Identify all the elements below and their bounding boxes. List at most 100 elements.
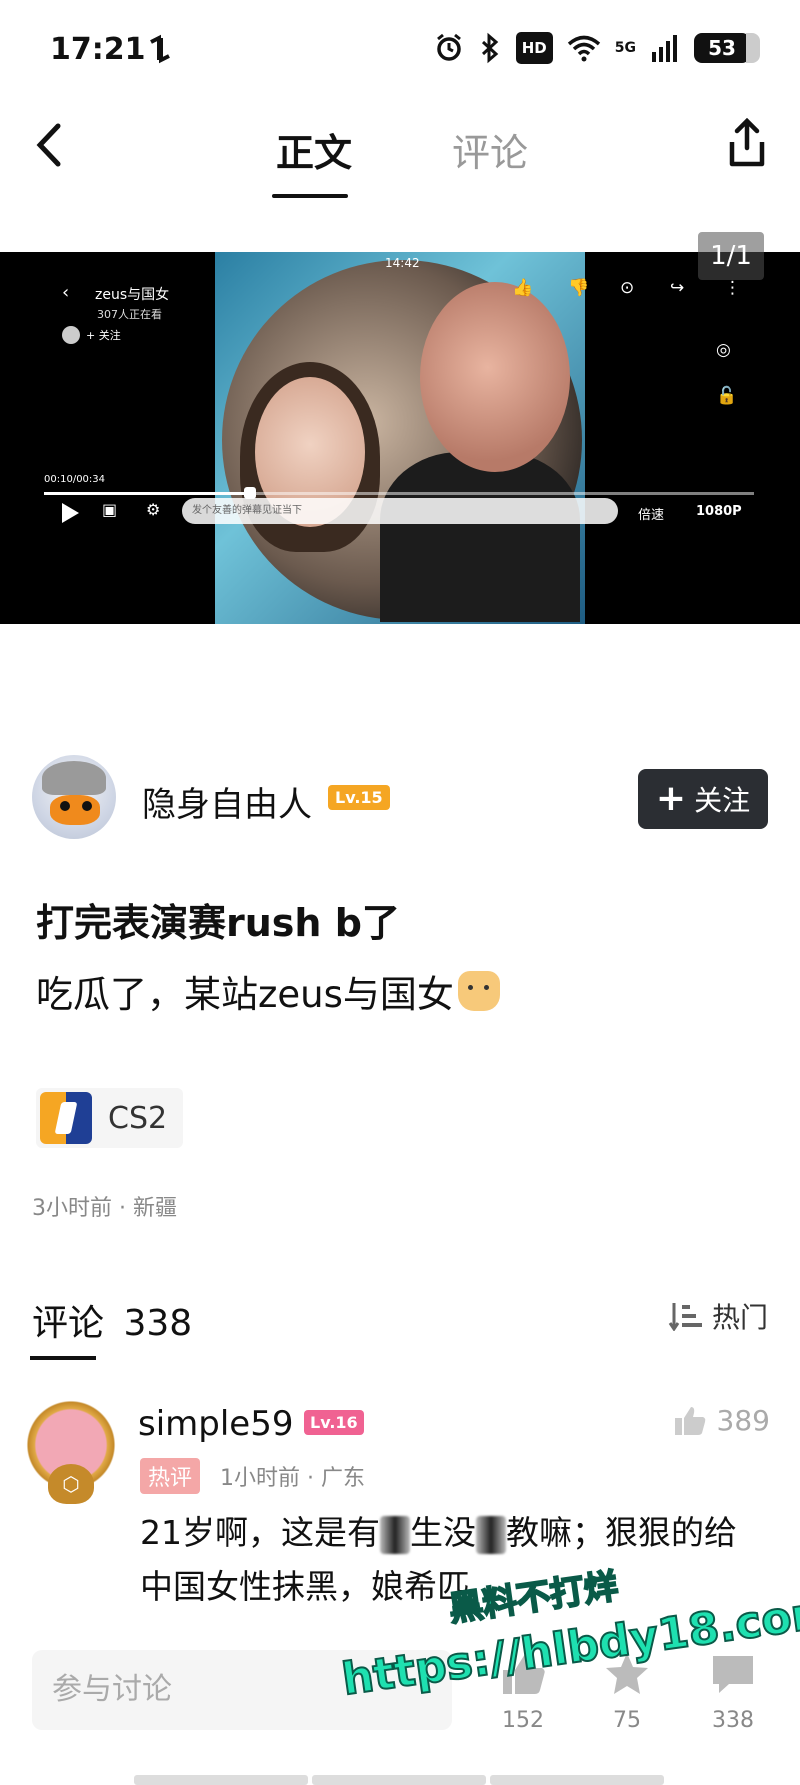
favorite-button[interactable]: 75 bbox=[592, 1650, 662, 1750]
sort-button[interactable]: 热门 bbox=[668, 1296, 768, 1336]
video-person2-body bbox=[380, 452, 580, 622]
comments-label: 评论 bbox=[32, 1303, 105, 1344]
author-name[interactable]: 隐身自由人 bbox=[142, 777, 312, 826]
author-level-badge: Lv.15 bbox=[328, 785, 390, 810]
alarm-icon bbox=[436, 33, 461, 61]
like-count: 152 bbox=[502, 1708, 544, 1733]
nav-bar: 正文 评论 bbox=[0, 100, 800, 210]
sync-icon bbox=[150, 34, 170, 64]
like-button[interactable]: 152 bbox=[488, 1650, 558, 1750]
avatar-eye bbox=[60, 801, 70, 811]
video-elapsed: 00:10/00:34 bbox=[44, 474, 106, 485]
sort-icon bbox=[668, 1303, 702, 1331]
follow-button[interactable]: + 关注 bbox=[638, 769, 768, 829]
comment-item: ⬡ simple59 Lv.16 389 热评 1小时前 · 广东 21岁啊，这… bbox=[0, 1390, 800, 1610]
plus-icon: + bbox=[655, 778, 687, 819]
avatar-medal-icon: ⬡ bbox=[48, 1464, 94, 1504]
thumbs-up-icon bbox=[503, 1654, 545, 1694]
battery-level: 53 bbox=[708, 36, 736, 60]
status-icons: HD 5G 53 bbox=[434, 32, 760, 64]
topic-label: CS2 bbox=[108, 1100, 168, 1136]
thumbs-up-icon bbox=[674, 1406, 705, 1435]
comment-count: 338 bbox=[712, 1708, 754, 1733]
video-uploader-avatar bbox=[62, 326, 80, 344]
video-follow[interactable]: + 关注 bbox=[62, 326, 121, 344]
back-icon[interactable] bbox=[30, 120, 70, 170]
comment-text-b: 生没 bbox=[410, 1513, 476, 1552]
video-back-icon[interactable]: ‹ bbox=[62, 282, 69, 303]
image-page-indicator: 1/1 bbox=[698, 232, 764, 280]
video-share-icon[interactable]: ↪ bbox=[670, 278, 684, 298]
star-icon bbox=[606, 1653, 648, 1694]
comment-like-count: 389 bbox=[716, 1404, 770, 1437]
danmu-settings-icon[interactable]: ⚙ bbox=[146, 500, 160, 519]
video-clock: 14:42 bbox=[385, 256, 420, 270]
commenter-avatar[interactable]: ⬡ bbox=[16, 1390, 126, 1504]
comment-text-a: 21岁啊，这是有 bbox=[140, 1513, 380, 1552]
commenter-name[interactable]: simple59 bbox=[138, 1404, 294, 1444]
bluetooth-icon bbox=[481, 32, 499, 64]
status-bar: 17:21 HD 5G 53 bbox=[0, 0, 800, 100]
bottom-bar: 参与讨论 152 75 338 bbox=[0, 1640, 800, 1760]
hd-badge: HD bbox=[515, 32, 553, 64]
comment-button[interactable]: 338 bbox=[698, 1650, 768, 1750]
favorite-count: 75 bbox=[613, 1708, 641, 1733]
avatar-beak bbox=[50, 795, 100, 825]
video-speed-button[interactable]: 倍速 bbox=[638, 504, 664, 523]
comment-like-button[interactable]: 389 bbox=[673, 1404, 770, 1437]
follow-label: 关注 bbox=[694, 784, 751, 817]
video-quality-button[interactable]: 1080P bbox=[696, 504, 742, 519]
censored-mark bbox=[380, 1515, 410, 1554]
video-lock-icon[interactable]: 🔓 bbox=[716, 386, 737, 406]
signal-icon bbox=[652, 35, 677, 62]
comment-icon bbox=[713, 1656, 753, 1693]
avatar-eye bbox=[82, 801, 92, 811]
video-coin-icon[interactable]: ⊙ bbox=[620, 278, 634, 298]
video-follow-label: + 关注 bbox=[86, 329, 121, 342]
commenter-level-badge: Lv.16 bbox=[304, 1410, 364, 1435]
network-type: 5G bbox=[614, 40, 636, 56]
comment-text: 21岁啊，这是有 生没 教嘛；狠狠的给中国女性抹黑，娘希匹 bbox=[140, 1506, 760, 1614]
comments-header: 评论 338 bbox=[32, 1294, 192, 1346]
tab-active-indicator bbox=[272, 194, 348, 198]
home-indicator bbox=[134, 1775, 664, 1785]
video-player[interactable]: 14:42 ‹ zeus与国女 307人正在看 + 关注 👍 👎 ⊙ ↪ ⋮ ◎… bbox=[0, 252, 800, 624]
video-person2-face bbox=[420, 282, 570, 472]
post-meta: 3小时前 · 新疆 bbox=[32, 1196, 177, 1221]
share-icon[interactable] bbox=[724, 118, 770, 170]
video-more-icon[interactable]: ⋮ bbox=[724, 278, 741, 298]
status-time: 17:21 bbox=[50, 32, 146, 67]
video-title: zeus与国女 bbox=[95, 287, 170, 303]
comments-header-underline bbox=[30, 1356, 96, 1360]
video-progress-fill bbox=[44, 492, 250, 495]
sort-label: 热门 bbox=[711, 1301, 768, 1334]
play-icon[interactable] bbox=[58, 500, 82, 526]
video-dislike-icon[interactable]: 👎 bbox=[568, 278, 589, 298]
post-title: 打完表演赛rush b了 bbox=[36, 901, 400, 945]
censored-mark bbox=[476, 1515, 506, 1554]
post-body-text: 吃瓜了，某站zeus与国女 bbox=[36, 973, 454, 1016]
cs2-game-icon bbox=[40, 1092, 92, 1144]
author-row: 隐身自由人 Lv.15 + 关注 bbox=[0, 755, 800, 845]
danmu-input[interactable]: 发个友善的弹幕见证当下 bbox=[182, 498, 618, 524]
author-avatar[interactable] bbox=[32, 755, 116, 839]
video-like-icon[interactable]: 👍 bbox=[512, 278, 533, 298]
wifi-icon bbox=[567, 35, 600, 62]
comments-count: 338 bbox=[123, 1303, 193, 1344]
tab-main[interactable]: 正文 bbox=[276, 122, 352, 177]
topic-chip[interactable]: CS2 bbox=[36, 1088, 184, 1148]
post-body: 吃瓜了，某站zeus与国女 bbox=[36, 964, 500, 1018]
indicator-segment bbox=[490, 1775, 664, 1785]
cat-emoji-icon bbox=[457, 971, 500, 1011]
avatar-hair bbox=[42, 761, 106, 795]
video-progress-bar[interactable] bbox=[44, 487, 754, 499]
indicator-segment bbox=[312, 1775, 486, 1785]
indicator-segment bbox=[134, 1775, 308, 1785]
tab-comments[interactable]: 评论 bbox=[452, 122, 528, 177]
video-screenshot-icon[interactable]: ◎ bbox=[716, 340, 731, 360]
danmu-toggle-icon[interactable]: ▣ bbox=[102, 500, 117, 519]
reply-input[interactable]: 参与讨论 bbox=[32, 1650, 452, 1730]
battery-icon: 53 bbox=[694, 33, 760, 63]
comment-meta: 1小时前 · 广东 bbox=[220, 1466, 365, 1491]
video-viewers: 307人正在看 bbox=[97, 308, 162, 321]
